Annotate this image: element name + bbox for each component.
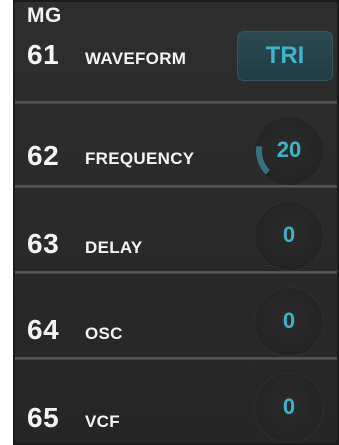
frequency-knob[interactable]: 20 [255, 117, 323, 185]
param-number: 64 [27, 314, 60, 345]
knob-value: 20 [276, 137, 302, 162]
param-label: DELAY [85, 238, 143, 257]
param-label: FREQUENCY [85, 149, 195, 168]
param-number: 62 [27, 140, 60, 171]
param-row-waveform: 61 WAVEFORM TRI [15, 2, 337, 102]
waveform-button[interactable]: TRI [237, 31, 333, 81]
vcf-knob[interactable]: 0 [255, 374, 323, 442]
param-row-osc: 64 OSC 0 [15, 274, 337, 358]
param-label: VCF [85, 412, 120, 431]
mg-parameter-panel: MG 61 WAVEFORM TRI 62 FREQUENCY 20 63 DE… [13, 0, 339, 445]
param-row-vcf: 65 VCF 0 [15, 360, 337, 443]
knob-value: 0 [282, 394, 296, 419]
delay-knob[interactable]: 0 [255, 202, 323, 270]
param-number: 65 [27, 402, 60, 433]
param-label: OSC [85, 324, 123, 343]
knob-value: 0 [282, 308, 296, 333]
param-row-delay: 63 DELAY 0 [15, 188, 337, 272]
param-number: 63 [27, 228, 60, 259]
osc-knob[interactable]: 0 [255, 288, 323, 356]
param-label: WAVEFORM [85, 49, 187, 68]
param-row-frequency: 62 FREQUENCY 20 [15, 104, 337, 186]
param-number: 61 [27, 39, 60, 70]
knob-value: 0 [282, 222, 296, 247]
